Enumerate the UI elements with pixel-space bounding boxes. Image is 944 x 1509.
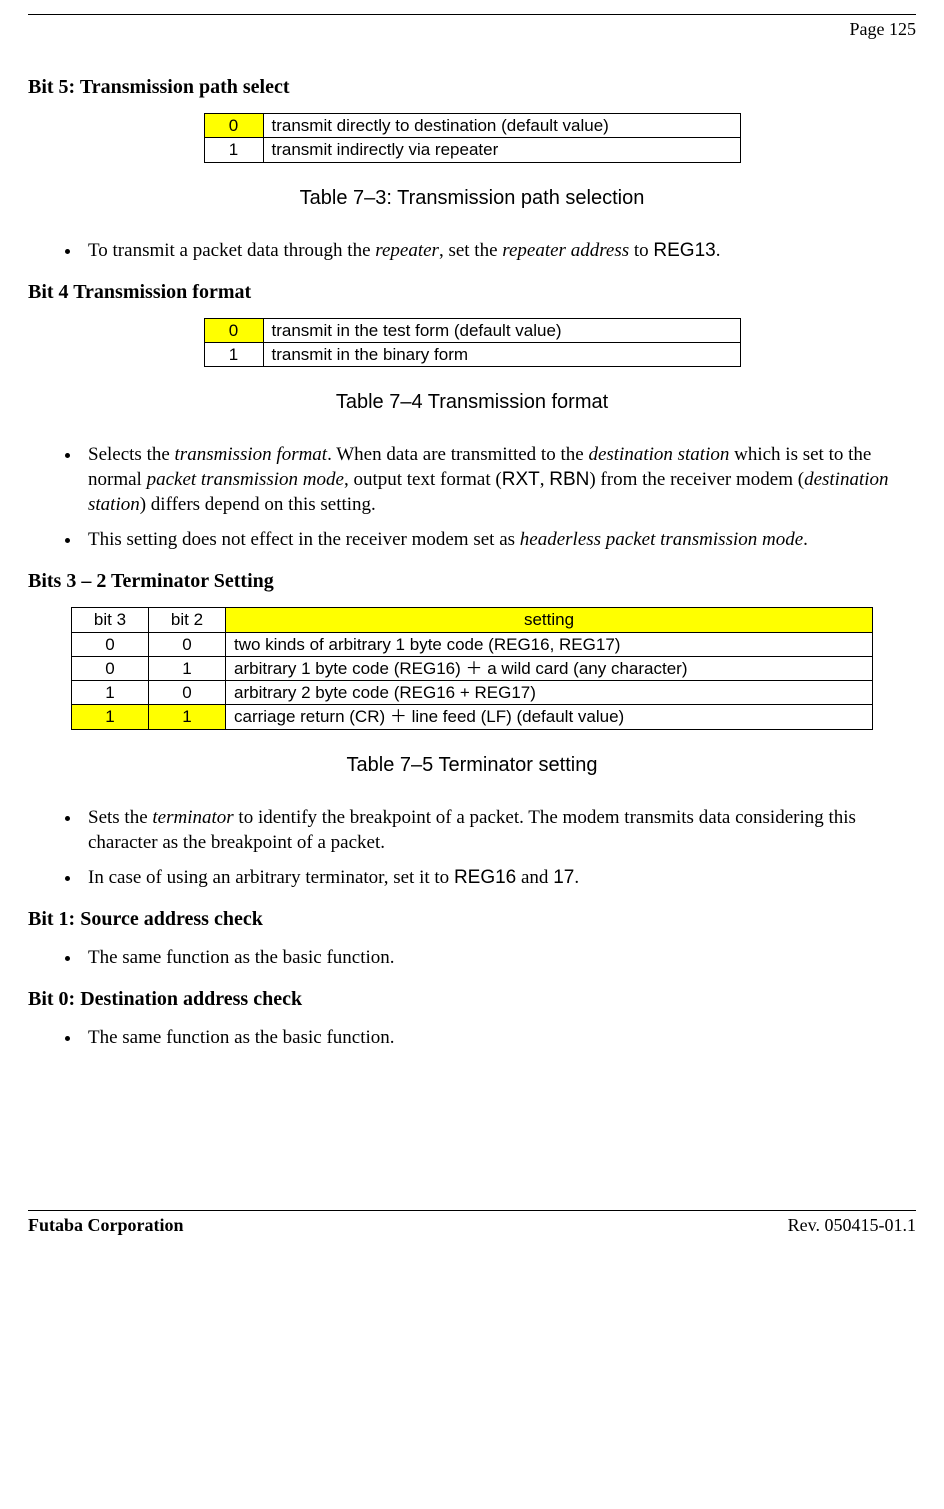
table-row: 1 transmit in the binary form (204, 342, 740, 366)
table-row: 1 0 arbitrary 2 byte code (REG16 + REG17… (72, 681, 873, 705)
cell-bit3: 1 (72, 705, 149, 729)
cell-bit3: 0 (72, 656, 149, 680)
top-rule (28, 14, 916, 15)
table-row: 0 0 two kinds of arbitrary 1 byte code (… (72, 632, 873, 656)
text: To transmit a packet data through the (88, 240, 375, 261)
bit4-bullets: Selects the transmission format. When da… (28, 442, 916, 552)
table-row: 0 transmit in the test form (default val… (204, 318, 740, 342)
cell-bit3: 1 (72, 681, 149, 705)
text: , output text format ( (344, 469, 502, 490)
text-italic: transmission format (175, 444, 328, 465)
footer: Futaba Corporation Rev. 050415-01.1 (28, 1210, 916, 1236)
text: ) differs depend on this setting. (140, 494, 376, 515)
bit1-bullets: The same function as the basic function. (28, 945, 916, 970)
text-code: RXT (502, 469, 540, 490)
page-number: Page 125 (28, 19, 916, 40)
table-row: 1 transmit indirectly via repeater (204, 138, 740, 162)
text: . (716, 240, 721, 261)
cell-setting: arbitrary 2 byte code (REG16 + REG17) (226, 681, 873, 705)
cell-bit2: 0 (149, 632, 226, 656)
text-italic: packet transmission mode (147, 469, 344, 490)
bit4-heading: Bit 4 Transmission format (28, 281, 916, 304)
text: and (516, 867, 553, 888)
cell-value: 1 (204, 138, 263, 162)
col-bit2: bit 2 (149, 608, 226, 632)
bit5-bullets: To transmit a packet data through the re… (28, 238, 916, 263)
text-code: 17 (553, 867, 574, 888)
cell-bit2: 1 (149, 656, 226, 680)
text: , (540, 469, 550, 490)
cell-value: 0 (204, 114, 263, 138)
cell-value: 1 (204, 342, 263, 366)
text: . (574, 867, 579, 888)
text: to (629, 240, 653, 261)
list-item: The same function as the basic function. (82, 945, 916, 970)
text-italic: terminator (152, 807, 233, 828)
cell-setting: two kinds of arbitrary 1 byte code (REG1… (226, 632, 873, 656)
list-item: Sets the terminator to identify the brea… (82, 805, 916, 855)
list-item: To transmit a packet data through the re… (82, 238, 916, 263)
table-7-4-caption: Table 7–4 Transmission format (28, 391, 916, 414)
table-7-5: bit 3 bit 2 setting 0 0 two kinds of arb… (71, 607, 873, 729)
cell-bit3: 0 (72, 632, 149, 656)
text-italic: headerless packet transmission mode (520, 529, 803, 550)
cell-setting: carriage return (CR) ＋ line feed (LF) (d… (226, 705, 873, 729)
cell-setting: arbitrary 1 byte code (REG16) ＋ a wild c… (226, 656, 873, 680)
bit0-heading: Bit 0: Destination address check (28, 988, 916, 1011)
table-row: 0 1 arbitrary 1 byte code (REG16) ＋ a wi… (72, 656, 873, 680)
table-header-row: bit 3 bit 2 setting (72, 608, 873, 632)
cell-bit2: 1 (149, 705, 226, 729)
list-item: Selects the transmission format. When da… (82, 442, 916, 517)
table-7-4: 0 transmit in the test form (default val… (204, 318, 741, 368)
cell-desc: transmit in the test form (default value… (263, 318, 740, 342)
text: Selects the (88, 444, 175, 465)
bits32-bullets: Sets the terminator to identify the brea… (28, 805, 916, 890)
cell-value: 0 (204, 318, 263, 342)
cell-desc: transmit directly to destination (defaul… (263, 114, 740, 138)
text: Sets the (88, 807, 152, 828)
text-italic: repeater (375, 240, 439, 261)
cell-desc: transmit in the binary form (263, 342, 740, 366)
list-item: This setting does not effect in the rece… (82, 527, 916, 552)
text-code: RBN (549, 469, 589, 490)
text: This setting does not effect in the rece… (88, 529, 520, 550)
text-code: REG13 (653, 240, 715, 261)
text: . (803, 529, 808, 550)
text: In case of using an arbitrary terminator… (88, 867, 454, 888)
text-code: REG16 (454, 867, 516, 888)
bits32-heading: Bits 3 – 2 Terminator Setting (28, 570, 916, 593)
text-italic: repeater address (502, 240, 629, 261)
table-7-5-caption: Table 7–5 Terminator setting (28, 754, 916, 777)
text-italic: destination station (588, 444, 729, 465)
text: , set the (439, 240, 502, 261)
cell-desc: transmit indirectly via repeater (263, 138, 740, 162)
text: ) from the receiver modem ( (589, 469, 804, 490)
bit5-heading: Bit 5: Transmission path select (28, 76, 916, 99)
table-row: 1 1 carriage return (CR) ＋ line feed (LF… (72, 705, 873, 729)
table-row: 0 transmit directly to destination (defa… (204, 114, 740, 138)
col-setting: setting (226, 608, 873, 632)
table-7-3-caption: Table 7–3: Transmission path selection (28, 187, 916, 210)
footer-left: Futaba Corporation (28, 1215, 184, 1236)
list-item: The same function as the basic function. (82, 1025, 916, 1050)
cell-bit2: 0 (149, 681, 226, 705)
col-bit3: bit 3 (72, 608, 149, 632)
list-item: In case of using an arbitrary terminator… (82, 865, 916, 890)
table-7-3: 0 transmit directly to destination (defa… (204, 113, 741, 163)
bit1-heading: Bit 1: Source address check (28, 908, 916, 931)
footer-right: Rev. 050415-01.1 (788, 1215, 916, 1236)
footer-rule (28, 1210, 916, 1211)
bit0-bullets: The same function as the basic function. (28, 1025, 916, 1050)
text: . When data are transmitted to the (327, 444, 588, 465)
